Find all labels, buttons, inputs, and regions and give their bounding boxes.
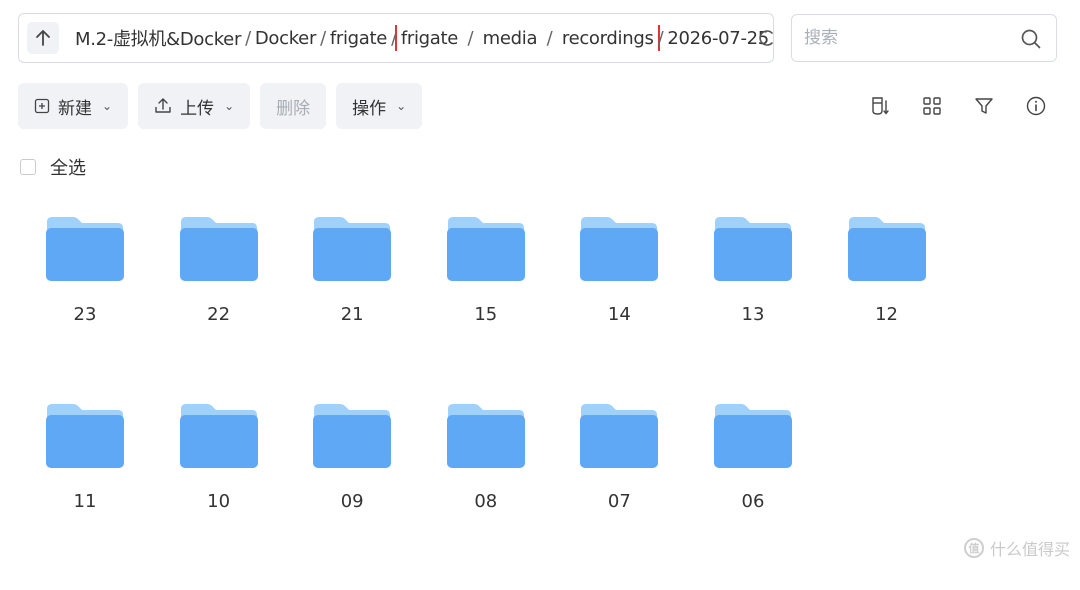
folder-item[interactable]: 09	[298, 403, 406, 590]
upload-button[interactable]: 上传 ⌄	[138, 83, 250, 129]
select-all-label: 全选	[50, 154, 86, 180]
folder-item[interactable]: 23	[31, 216, 139, 403]
folder-icon	[579, 216, 659, 282]
folder-item[interactable]: 21	[298, 216, 406, 403]
delete-button[interactable]: 删除	[260, 83, 326, 129]
arrow-up-icon	[35, 29, 51, 47]
folder-name: 07	[608, 491, 631, 512]
info-icon[interactable]	[1024, 94, 1048, 118]
chevron-down-icon: ⌄	[102, 99, 112, 113]
folder-name: 10	[207, 491, 230, 512]
watermark-text: 什么值得买	[990, 536, 1070, 560]
folder-icon	[446, 403, 526, 469]
select-all[interactable]: 全选	[20, 154, 86, 180]
crumb-recordings[interactable]: recordings	[562, 28, 654, 49]
select-all-checkbox[interactable]	[20, 159, 36, 175]
folder-item[interactable]: 13	[699, 216, 807, 403]
folder-name: 08	[474, 491, 497, 512]
folder-icon	[579, 403, 659, 469]
highlight-box: frigate / media / recordings	[401, 28, 654, 49]
folder-item[interactable]: 07	[565, 403, 673, 590]
crumb-root[interactable]: M.2-虚拟机&Docker	[75, 25, 241, 51]
crumb-separator: /	[547, 28, 553, 49]
folder-item[interactable]: 10	[165, 403, 273, 590]
folder-item[interactable]: 08	[432, 403, 540, 590]
folder-name: 15	[474, 304, 497, 325]
crumb-media[interactable]: media	[483, 28, 538, 49]
folder-item[interactable]: 06	[699, 403, 807, 590]
upload-icon	[154, 97, 172, 115]
crumb-frigate[interactable]: frigate	[330, 28, 387, 49]
folder-icon	[45, 216, 125, 282]
folder-name: 21	[341, 304, 364, 325]
folder-item[interactable]: 11	[31, 403, 139, 590]
toolbar: 新建 ⌄ 上传 ⌄ 删除 操作 ⌄	[18, 83, 422, 129]
folder-item[interactable]: 14	[565, 216, 673, 403]
new-button[interactable]: 新建 ⌄	[18, 83, 128, 129]
grid-view-icon[interactable]	[920, 94, 944, 118]
folder-icon	[179, 403, 259, 469]
folder-name: 12	[875, 304, 898, 325]
folder-icon	[446, 216, 526, 282]
folder-icon	[179, 216, 259, 282]
crumb-separator: /	[391, 28, 397, 49]
folder-name: 06	[742, 491, 765, 512]
search-input[interactable]	[802, 27, 1006, 49]
delete-button-label: 删除	[276, 94, 310, 119]
folder-icon	[312, 216, 392, 282]
folder-name: 09	[341, 491, 364, 512]
folder-name: 23	[74, 304, 97, 325]
crumb-separator: /	[245, 28, 251, 49]
crumb-separator: /	[320, 28, 326, 49]
chevron-down-icon: ⌄	[396, 99, 406, 113]
actions-button-label: 操作	[352, 94, 386, 119]
folder-icon	[713, 216, 793, 282]
crumb-docker[interactable]: Docker	[255, 28, 316, 49]
crumb-date[interactable]: 2026-07-25	[667, 28, 769, 49]
folder-name: 11	[74, 491, 97, 512]
filter-icon[interactable]	[972, 94, 996, 118]
folder-grid: 23 22 21 15 14 13 12 11 10 09 08 07 06	[31, 216, 966, 590]
crumb-frigate-sub[interactable]: frigate	[401, 28, 458, 49]
folder-name: 14	[608, 304, 631, 325]
refresh-icon[interactable]	[757, 28, 777, 48]
breadcrumb: M.2-虚拟机&Docker / Docker / frigate / frig…	[75, 25, 773, 51]
folder-icon	[45, 403, 125, 469]
sort-icon[interactable]	[868, 94, 892, 118]
search-icon[interactable]	[1020, 28, 1042, 50]
folder-item[interactable]: 12	[833, 216, 941, 403]
watermark-badge: 值	[964, 538, 984, 558]
folder-item[interactable]: 15	[432, 216, 540, 403]
watermark: 值 什么值得买	[964, 536, 1070, 560]
crumb-separator: /	[658, 28, 664, 49]
folder-icon	[312, 403, 392, 469]
folder-icon	[847, 216, 927, 282]
up-button[interactable]	[27, 22, 59, 54]
folder-name: 13	[742, 304, 765, 325]
upload-button-label: 上传	[180, 94, 214, 119]
path-bar: M.2-虚拟机&Docker / Docker / frigate / frig…	[18, 13, 774, 63]
folder-icon	[713, 403, 793, 469]
new-file-icon	[34, 98, 50, 114]
folder-name: 22	[207, 304, 230, 325]
chevron-down-icon: ⌄	[224, 99, 234, 113]
view-tools	[868, 94, 1048, 118]
crumb-separator: /	[467, 28, 473, 49]
search-box	[791, 14, 1057, 62]
actions-button[interactable]: 操作 ⌄	[336, 83, 422, 129]
new-button-label: 新建	[58, 94, 92, 119]
folder-item[interactable]: 22	[165, 216, 273, 403]
